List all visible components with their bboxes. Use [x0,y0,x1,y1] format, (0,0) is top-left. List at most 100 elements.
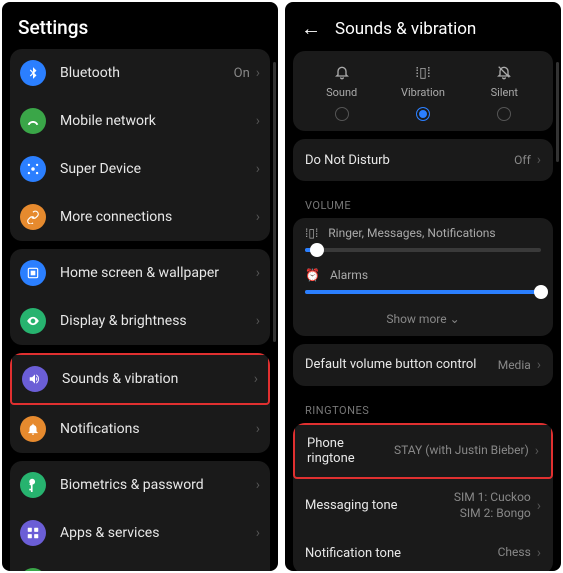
mode-label: Sound [326,86,357,99]
scrollbar[interactable] [556,62,559,162]
settings-list: BluetoothOn›Mobile network›Super Device›… [2,49,278,571]
ringer-label: Ringer, Messages, Notifications [328,226,495,240]
sound-icon [22,366,48,392]
chevron-icon: › [256,421,260,437]
row-value: Chess [498,545,531,561]
row-value: On [234,66,250,81]
alarms-volume-row: ⏰ Alarms [293,260,553,302]
settings-item-key[interactable]: Biometrics & password› [10,461,270,509]
show-more-button[interactable]: Show more ⌄ [293,302,553,336]
dnd-row[interactable]: Do Not Disturb Off › [293,139,553,181]
alarms-label: Alarms [330,268,368,282]
row-label: Phone ringtone [307,436,394,466]
alarms-slider[interactable] [305,290,541,294]
chevron-icon: › [535,443,539,459]
sound-mode-card: Sound ⁞▯⁞ Vibration Silent [293,51,553,131]
chevron-icon: › [256,113,260,129]
settings-item-apps[interactable]: Apps & services› [10,509,270,557]
settings-item-eye[interactable]: Display & brightness› [10,297,270,345]
bell-icon [20,416,46,442]
mobile-icon [20,108,46,134]
row-value: SIM 1: CuckooSIM 2: Bongo [454,490,531,521]
link-icon [20,204,46,230]
super-icon [20,156,46,182]
row-label: Notifications [60,421,256,437]
settings-screen: Settings BluetoothOn›Mobile network›Supe… [2,2,278,571]
page-title: Sounds & vibration [335,19,476,39]
chevron-down-icon: ⌄ [450,312,460,326]
mode-sound[interactable]: Sound [301,63,382,121]
chevron-icon: › [256,525,260,541]
key-icon [20,472,46,498]
row-label: Notification tone [305,546,498,561]
row-label: Display & brightness [60,313,256,329]
radio[interactable] [497,107,511,121]
ringtone-row[interactable]: Messaging toneSIM 1: CuckooSIM 2: Bongo› [293,479,553,532]
battery-icon [20,568,46,571]
volume-card: ⁞▯⁞ Ringer, Messages, Notifications ⏰ Al… [293,218,553,336]
dnd-value: Off [514,153,531,167]
default-button-card: Default volume button control Media › [293,344,553,386]
settings-item-bell[interactable]: Notifications› [10,405,270,453]
row-label: Messaging tone [305,498,454,513]
mode-label: Silent [491,86,518,99]
page-title: Settings [18,16,88,39]
chevron-icon: › [537,545,541,561]
chevron-icon: › [537,357,541,373]
row-label: Apps & services [60,525,256,541]
mode-selector: Sound ⁞▯⁞ Vibration Silent [293,51,553,131]
settings-item-mobile[interactable]: Mobile network› [10,97,270,145]
bluetooth-icon [20,60,46,86]
bell-o-icon [334,63,350,81]
settings-item-super[interactable]: Super Device› [10,145,270,193]
ringtone-row[interactable]: Notification toneChess › [293,532,553,571]
settings-item-battery[interactable]: Battery› [10,557,270,571]
volume-header: VOLUME [293,189,553,218]
eye-icon [20,308,46,334]
settings-item-link[interactable]: More connections› [10,193,270,241]
ringtones-header: RINGTONES [293,394,553,423]
alarm-icon: ⏰ [305,268,320,282]
default-btn-value: Media [498,358,531,372]
sounds-screen: ← Sounds & vibration Sound ⁞▯⁞ Vibration Si… [285,2,561,571]
radio[interactable] [416,107,430,121]
chevron-icon: › [256,265,260,281]
ringer-volume-row: ⁞▯⁞ Ringer, Messages, Notifications [293,218,553,260]
slider-thumb[interactable] [310,243,324,257]
row-label: Sounds & vibration [62,371,254,387]
chevron-icon: › [256,313,260,329]
settings-item-home[interactable]: Home screen & wallpaper› [10,249,270,297]
mode-label: Vibration [401,86,445,99]
bell-off-icon [496,63,512,81]
scrollbar[interactable] [273,62,276,342]
chevron-icon: › [537,152,541,168]
chevron-icon: › [256,161,260,177]
row-label: Biometrics & password [60,477,256,493]
dnd-card: Do Not Disturb Off › [293,139,553,181]
vibrate-icon: ⁞▯⁞ [415,63,430,81]
settings-header: Settings [2,2,278,49]
row-label: Mobile network [60,113,256,129]
ringer-slider[interactable] [305,248,541,252]
settings-item-bluetooth[interactable]: BluetoothOn› [10,49,270,97]
back-icon[interactable]: ← [301,16,321,41]
row-label: More connections [60,209,256,225]
radio[interactable] [335,107,349,121]
mode-silent[interactable]: Silent [464,63,545,121]
row-value: STAY (with Justin Bieber) [394,443,529,459]
mode-vibration[interactable]: ⁞▯⁞ Vibration [382,63,463,121]
default-btn-label: Default volume button control [305,357,498,374]
sounds-content: Sound ⁞▯⁞ Vibration Silent Do Not Disturb O… [285,51,561,571]
slider-thumb[interactable] [534,285,548,299]
sounds-header: ← Sounds & vibration [285,2,561,51]
settings-item-sound[interactable]: Sounds & vibration› [10,353,270,405]
vibrate-icon: ⁞▯⁞ [305,226,318,240]
row-label: Super Device [60,161,256,177]
default-volume-button-row[interactable]: Default volume button control Media › [293,344,553,386]
ringtone-row[interactable]: Phone ringtoneSTAY (with Justin Bieber) › [293,423,553,479]
home-icon [20,260,46,286]
chevron-icon: › [256,477,260,493]
row-label: Home screen & wallpaper [60,265,256,281]
apps-icon [20,520,46,546]
ringtones-card: Phone ringtoneSTAY (with Justin Bieber) ›… [293,423,553,571]
